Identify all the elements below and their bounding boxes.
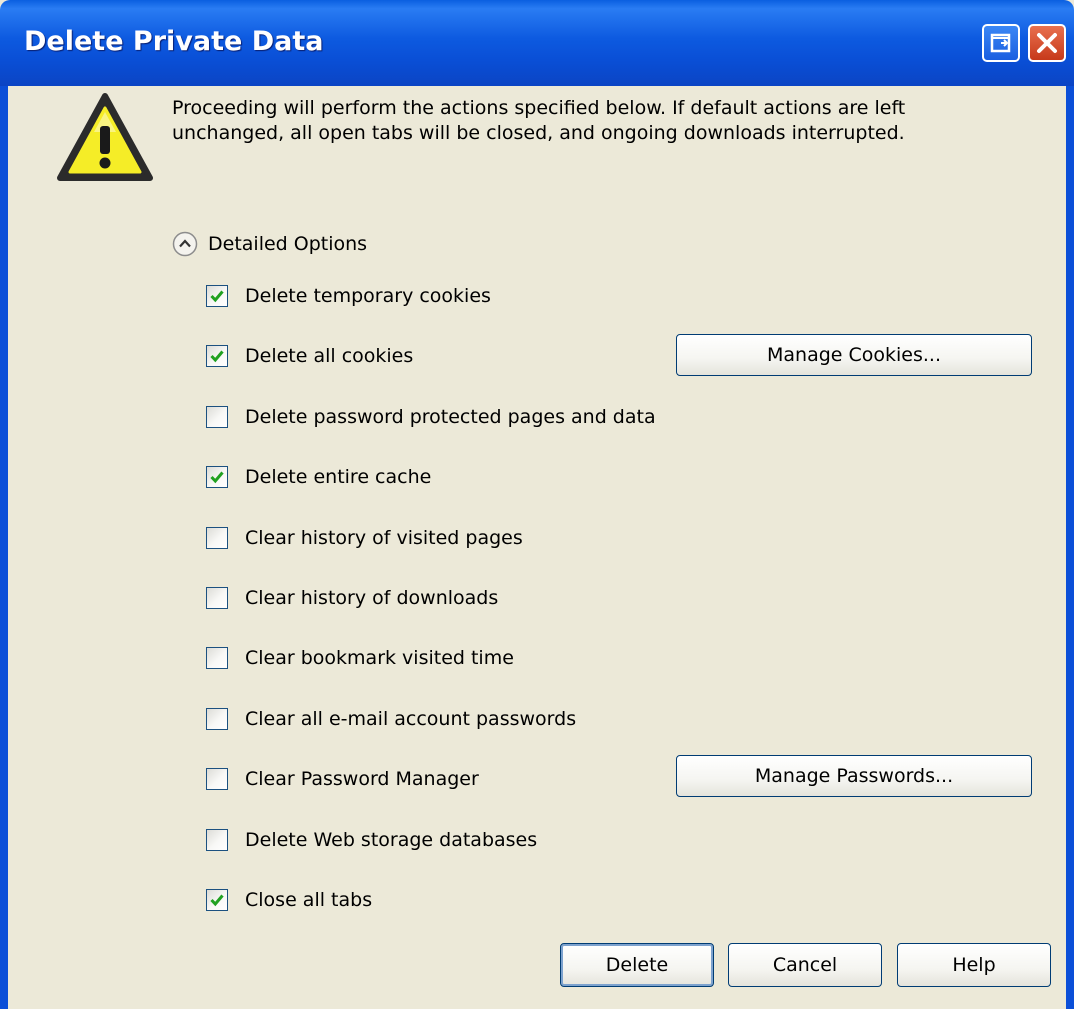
option-row[interactable]: Close all tabs — [206, 886, 372, 914]
title-bar[interactable]: Delete Private Data — [0, 0, 1074, 86]
cancel-button[interactable]: Cancel — [728, 943, 882, 987]
option-row[interactable]: Clear history of visited pages — [206, 524, 523, 552]
delete-button[interactable]: Delete — [560, 943, 714, 987]
option-label: Clear history of visited pages — [245, 527, 523, 549]
option-row[interactable]: Clear all e-mail account passwords — [206, 705, 576, 733]
option-label: Clear Password Manager — [245, 768, 479, 790]
option-label: Delete password protected pages and data — [245, 406, 656, 428]
option-checkbox[interactable] — [206, 527, 228, 549]
option-checkbox[interactable] — [206, 406, 228, 428]
option-checkbox[interactable] — [206, 587, 228, 609]
option-row[interactable]: Delete entire cache — [206, 463, 431, 491]
warning-message-line-2: unchanged, all open tabs will be closed,… — [172, 122, 905, 144]
restore-icon — [990, 33, 1011, 53]
option-label: Delete temporary cookies — [245, 285, 491, 307]
detailed-options-toggle[interactable]: Detailed Options — [172, 230, 367, 258]
option-label: Delete entire cache — [245, 466, 432, 488]
detailed-options-label: Detailed Options — [208, 233, 368, 255]
option-label: Delete Web storage databases — [245, 829, 538, 851]
help-button[interactable]: Help — [897, 943, 1051, 987]
option-label: Close all tabs — [245, 889, 373, 911]
window-frame-right — [1066, 86, 1074, 1009]
option-label: Clear all e-mail account passwords — [245, 708, 577, 730]
option-label: Delete all cookies — [245, 345, 414, 367]
option-row[interactable]: Delete all cookies — [206, 342, 413, 370]
option-row[interactable]: Delete Web storage databases — [206, 826, 537, 854]
option-checkbox[interactable] — [206, 466, 228, 488]
option-checkbox[interactable] — [206, 768, 228, 790]
warning-icon — [57, 93, 153, 181]
option-row[interactable]: Clear bookmark visited time — [206, 644, 514, 672]
option-checkbox[interactable] — [206, 647, 228, 669]
option-label: Clear bookmark visited time — [245, 647, 514, 669]
option-row[interactable]: Clear Password Manager — [206, 765, 479, 793]
option-label: Clear history of downloads — [245, 587, 499, 609]
checkmark-icon — [210, 471, 224, 484]
close-icon — [1037, 33, 1057, 53]
chevron-up-icon — [172, 231, 198, 257]
delete-private-data-dialog: Delete Private Data Proceeding will perf… — [0, 0, 1074, 1009]
warning-message: Proceeding will perform the actions spec… — [172, 96, 1032, 146]
manage-passwords-button[interactable]: Manage Passwords... — [676, 755, 1032, 797]
window-frame-left — [0, 86, 8, 1009]
option-checkbox[interactable] — [206, 889, 228, 911]
manage-cookies-button[interactable]: Manage Cookies... — [676, 334, 1032, 376]
checkmark-icon — [210, 290, 224, 303]
warning-message-line-1: Proceeding will perform the actions spec… — [172, 97, 906, 119]
option-checkbox[interactable] — [206, 285, 228, 307]
window-title: Delete Private Data — [24, 26, 324, 57]
option-checkbox[interactable] — [206, 829, 228, 851]
option-row[interactable]: Delete temporary cookies — [206, 282, 491, 310]
option-row[interactable]: Clear history of downloads — [206, 584, 498, 612]
option-checkbox[interactable] — [206, 708, 228, 730]
restore-button[interactable] — [982, 24, 1020, 62]
checkmark-icon — [210, 350, 224, 363]
close-button[interactable] — [1028, 24, 1066, 62]
checkmark-icon — [210, 894, 224, 907]
option-row[interactable]: Delete password protected pages and data — [206, 403, 656, 431]
option-checkbox[interactable] — [206, 345, 228, 367]
